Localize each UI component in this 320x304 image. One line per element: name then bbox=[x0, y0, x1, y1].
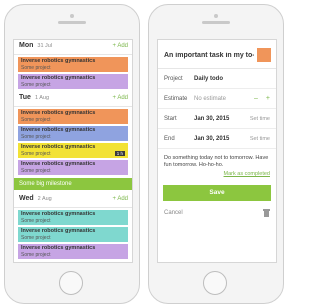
task-card[interactable]: Inverse robotics gymnastics Some project bbox=[18, 227, 128, 242]
task-card[interactable]: Inverse robotics gymnastics Some project bbox=[18, 126, 128, 141]
task-project: Some project bbox=[21, 234, 51, 241]
task-detail-header: An important task in my to-d... bbox=[158, 40, 276, 69]
start-set-time[interactable]: Set time bbox=[250, 116, 270, 122]
mark-completed-link[interactable]: Mark as completed bbox=[158, 171, 276, 177]
day-header-wed: Wed 2 Aug + Add bbox=[14, 193, 132, 208]
task-card[interactable]: Inverse robotics gymnastics Some project bbox=[18, 109, 128, 124]
save-button[interactable]: Save bbox=[163, 185, 271, 201]
speaker-grille bbox=[202, 21, 230, 24]
project-value[interactable]: Daily todo bbox=[194, 76, 270, 82]
task-project: Some project bbox=[21, 64, 51, 71]
color-swatch[interactable] bbox=[257, 48, 271, 62]
left-phone-frame: Mon 31 Jul + Add Inverse robotics gymnas… bbox=[4, 4, 140, 304]
task-card[interactable]: Inverse robotics gymnastics Some project bbox=[18, 160, 128, 175]
task-card[interactable]: Inverse robotics gymnastics Some project bbox=[18, 57, 128, 72]
task-card[interactable]: Inverse robotics gymnastics Some project bbox=[18, 244, 128, 259]
task-project: Some project bbox=[21, 116, 51, 123]
day-date: 31 Jul bbox=[37, 43, 53, 49]
task-detail-screen: An important task in my to-d... Project … bbox=[157, 39, 277, 263]
estimate-label: Estimate bbox=[164, 95, 188, 102]
speaker-grille bbox=[58, 21, 86, 24]
end-label: End bbox=[164, 135, 175, 142]
task-card[interactable]: Inverse robotics gymnastics Some project bbox=[18, 74, 128, 89]
day-date: 1 Aug bbox=[34, 95, 50, 101]
estimate-decrease-button[interactable]: – bbox=[254, 95, 258, 102]
task-project: Some project bbox=[21, 81, 51, 88]
camera-dot bbox=[214, 14, 218, 18]
task-project: Some project bbox=[21, 150, 51, 157]
duration-badge: 1 h bbox=[114, 151, 125, 156]
add-task-button[interactable]: + Add bbox=[112, 95, 128, 101]
end-date[interactable]: Jan 30, 2015 bbox=[194, 136, 250, 142]
end-row: End Jan 30, 2015 Set time bbox=[158, 129, 276, 149]
bottom-bar: Cancel bbox=[158, 201, 276, 217]
end-set-time[interactable]: Set time bbox=[250, 136, 270, 142]
start-row: Start Jan 30, 2015 Set time bbox=[158, 109, 276, 129]
trash-icon[interactable] bbox=[263, 209, 270, 217]
task-note[interactable]: Do something today not to tomorrow. Have… bbox=[158, 149, 276, 171]
home-button bbox=[59, 271, 83, 295]
project-label: Project bbox=[164, 75, 183, 82]
start-date[interactable]: Jan 30, 2015 bbox=[194, 116, 250, 122]
estimate-value: No estimate bbox=[194, 95, 227, 102]
estimate-increase-button[interactable]: + bbox=[266, 95, 270, 102]
right-phone-frame: An important task in my to-d... Project … bbox=[148, 4, 284, 304]
home-button bbox=[203, 271, 227, 295]
day-header-mon: Mon 31 Jul + Add bbox=[14, 40, 132, 55]
day-name: Mon bbox=[19, 42, 34, 49]
task-project: Some project bbox=[21, 217, 51, 224]
task-project: Some project bbox=[21, 251, 51, 258]
task-card[interactable]: Inverse robotics gymnastics Some project… bbox=[18, 143, 128, 158]
project-row[interactable]: Project Daily todo bbox=[158, 69, 276, 89]
agenda-screen: Mon 31 Jul + Add Inverse robotics gymnas… bbox=[13, 39, 133, 263]
day-name: Wed bbox=[19, 195, 34, 202]
day-name: Tue bbox=[19, 94, 31, 101]
milestone-bar[interactable]: Some big milestone bbox=[14, 178, 132, 190]
camera-dot bbox=[70, 14, 74, 18]
day-date: 2 Aug bbox=[37, 196, 52, 202]
day-header-tue: Tue 1 Aug + Add bbox=[14, 92, 132, 107]
start-label: Start bbox=[164, 115, 177, 122]
task-project: Some project bbox=[21, 167, 51, 174]
cancel-button[interactable]: Cancel bbox=[164, 210, 263, 216]
estimate-row: Estimate No estimate – + bbox=[158, 89, 276, 109]
task-card[interactable]: Inverse robotics gymnastics Some project bbox=[18, 210, 128, 225]
add-task-button[interactable]: + Add bbox=[112, 43, 128, 49]
task-project: Some project bbox=[21, 133, 51, 140]
task-title-field[interactable]: An important task in my to-d... bbox=[164, 52, 254, 59]
add-task-button[interactable]: + Add bbox=[112, 196, 128, 202]
